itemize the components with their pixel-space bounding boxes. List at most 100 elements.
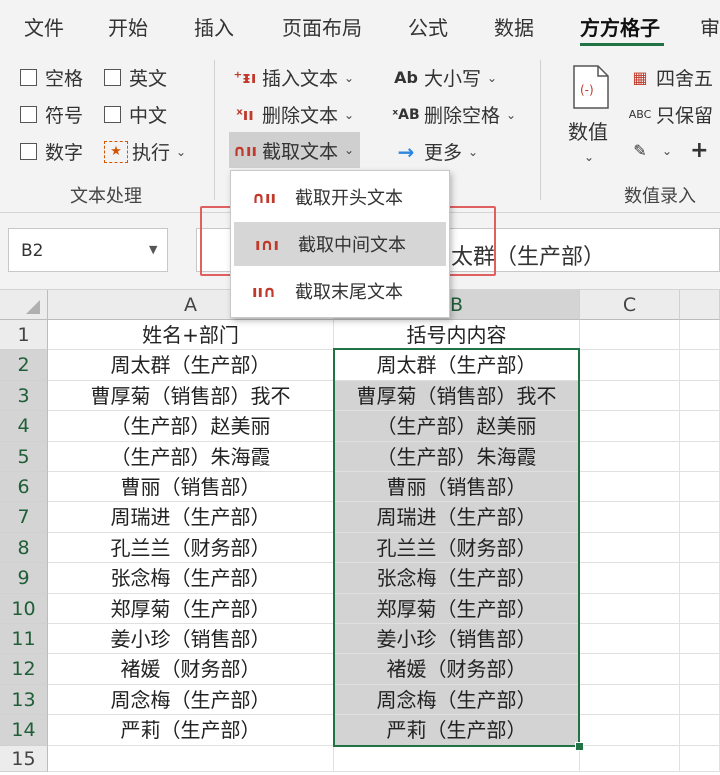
cell-d[interactable]: [680, 745, 720, 772]
cell-c[interactable]: [580, 624, 680, 655]
cell-b[interactable]: 褚媛（财务部）: [334, 654, 580, 685]
tab-file[interactable]: 文件: [24, 12, 64, 41]
cell-c[interactable]: [580, 502, 680, 533]
row-header[interactable]: 12: [0, 654, 48, 685]
checkbox-english[interactable]: 英文: [104, 64, 167, 91]
row-header[interactable]: 1: [0, 320, 48, 351]
cell-b[interactable]: 姜小珍（销售部）: [334, 624, 580, 655]
tab-review[interactable]: 审: [700, 12, 720, 41]
cell-c[interactable]: [580, 350, 680, 381]
cell-d[interactable]: [680, 532, 720, 564]
row-header[interactable]: 14: [0, 715, 48, 746]
row-header[interactable]: 9: [0, 563, 48, 594]
tab-data[interactable]: 数据: [494, 12, 534, 41]
name-box[interactable]: B2 ▼: [8, 228, 168, 272]
cell-a[interactable]: 严莉（生产部）: [48, 715, 334, 746]
cell-b[interactable]: [334, 745, 580, 772]
tab-home[interactable]: 开始: [108, 12, 148, 41]
cell-a[interactable]: （生产部）赵美丽: [48, 411, 334, 442]
cell-c[interactable]: [580, 380, 680, 412]
row-header[interactable]: 10: [0, 593, 48, 624]
cell-a[interactable]: 孔兰兰（财务部）: [48, 532, 334, 564]
value-button[interactable]: (-) 数值 ⌄: [566, 64, 616, 184]
cell-d[interactable]: [680, 441, 720, 472]
cell-b[interactable]: 张念梅（生产部）: [334, 563, 580, 594]
cell-b[interactable]: 郑厚菊（生产部）: [334, 593, 580, 624]
checkbox-box[interactable]: [20, 143, 37, 160]
cell-d[interactable]: [680, 380, 720, 412]
tab-page-layout[interactable]: 页面布局: [282, 12, 362, 41]
cell-c[interactable]: [580, 684, 680, 716]
extract-text-button[interactable]: ∩ıı 截取文本 ⌄: [229, 132, 361, 168]
cell-d[interactable]: [680, 563, 720, 594]
tab-insert[interactable]: 插入: [194, 12, 234, 41]
keep-only-button[interactable]: ABC 只保留: [628, 101, 713, 128]
cell-d[interactable]: [680, 350, 720, 381]
cell-c[interactable]: [580, 532, 680, 564]
cell-a[interactable]: 姓名+部门: [48, 320, 334, 351]
cell-c[interactable]: [580, 563, 680, 594]
row-header[interactable]: 7: [0, 502, 48, 533]
cell-a[interactable]: 褚媛（财务部）: [48, 654, 334, 685]
cell-a[interactable]: （生产部）朱海霞: [48, 441, 334, 472]
cell-a[interactable]: 曹丽（销售部）: [48, 472, 334, 503]
row-header[interactable]: 8: [0, 532, 48, 564]
column-header-d[interactable]: [680, 290, 720, 320]
checkbox-chinese[interactable]: 中文: [104, 101, 167, 128]
row-header[interactable]: 2: [0, 350, 48, 381]
cell-b[interactable]: （生产部）朱海霞: [334, 441, 580, 472]
cell-d[interactable]: [680, 624, 720, 655]
cell-a[interactable]: 姜小珍（销售部）: [48, 624, 334, 655]
row-header[interactable]: 4: [0, 411, 48, 442]
cell-c[interactable]: [580, 472, 680, 503]
checkbox-symbol[interactable]: 符号: [20, 101, 83, 128]
round-button[interactable]: ▦ 四舍五: [628, 64, 713, 91]
fill-handle[interactable]: [575, 742, 584, 751]
cell-a[interactable]: 张念梅（生产部）: [48, 563, 334, 594]
menu-item-extract-middle[interactable]: ı∩ı 截取中间文本: [234, 222, 446, 266]
checkbox-box[interactable]: [20, 106, 37, 123]
cell-b[interactable]: 严莉（生产部）: [334, 715, 580, 746]
checkbox-space[interactable]: 空格: [20, 64, 83, 91]
cell-d[interactable]: [680, 593, 720, 624]
insert-text-button[interactable]: ⁺ᵻı 插入文本 ⌄: [232, 64, 354, 91]
cell-c[interactable]: [580, 441, 680, 472]
cell-b[interactable]: 周瑞进（生产部）: [334, 502, 580, 533]
cell-c[interactable]: [580, 411, 680, 442]
tab-fangfang[interactable]: 方方格子: [580, 12, 660, 41]
cell-d[interactable]: [680, 684, 720, 716]
edit-button[interactable]: ✎ ⌄ +: [628, 138, 708, 163]
cell-b[interactable]: 周太群（生产部）: [334, 350, 580, 381]
cell-c[interactable]: [580, 654, 680, 685]
cell-b[interactable]: （生产部）赵美丽: [334, 411, 580, 442]
checkbox-number[interactable]: 数字: [20, 138, 83, 165]
row-header[interactable]: 15: [0, 745, 48, 772]
cell-b[interactable]: 曹厚菊（销售部）我不: [334, 380, 580, 412]
execute-button[interactable]: ★ 执行 ⌄: [104, 138, 186, 165]
chevron-down-icon[interactable]: ▼: [149, 243, 157, 256]
cell-b[interactable]: 括号内内容: [334, 320, 580, 351]
cell-c[interactable]: [580, 715, 680, 746]
cell-d[interactable]: [680, 654, 720, 685]
cell-a[interactable]: 周太群（生产部）: [48, 350, 334, 381]
select-all-corner[interactable]: [0, 290, 48, 320]
more-button[interactable]: → 更多 ⌄: [392, 138, 478, 165]
delete-space-button[interactable]: ˣAB 删除空格 ⌄: [392, 101, 516, 128]
cell-b[interactable]: 孔兰兰（财务部）: [334, 532, 580, 564]
column-header-c[interactable]: C: [580, 290, 680, 320]
row-header[interactable]: 13: [0, 684, 48, 716]
cell-c[interactable]: [580, 745, 680, 772]
cell-d[interactable]: [680, 411, 720, 442]
checkbox-box[interactable]: [104, 69, 121, 86]
cell-c[interactable]: [580, 320, 680, 351]
cell-a[interactable]: 周念梅（生产部）: [48, 684, 334, 716]
delete-text-button[interactable]: ˣıı 删除文本 ⌄: [232, 101, 354, 128]
row-header[interactable]: 11: [0, 624, 48, 655]
tab-formulas[interactable]: 公式: [408, 12, 448, 41]
cell-b[interactable]: 周念梅（生产部）: [334, 684, 580, 716]
row-header[interactable]: 5: [0, 441, 48, 472]
cell-a[interactable]: 曹厚菊（销售部）我不: [48, 380, 334, 412]
cell-d[interactable]: [680, 715, 720, 746]
menu-item-extract-end[interactable]: ıı∩ 截取末尾文本: [231, 269, 449, 313]
row-header[interactable]: 3: [0, 380, 48, 412]
